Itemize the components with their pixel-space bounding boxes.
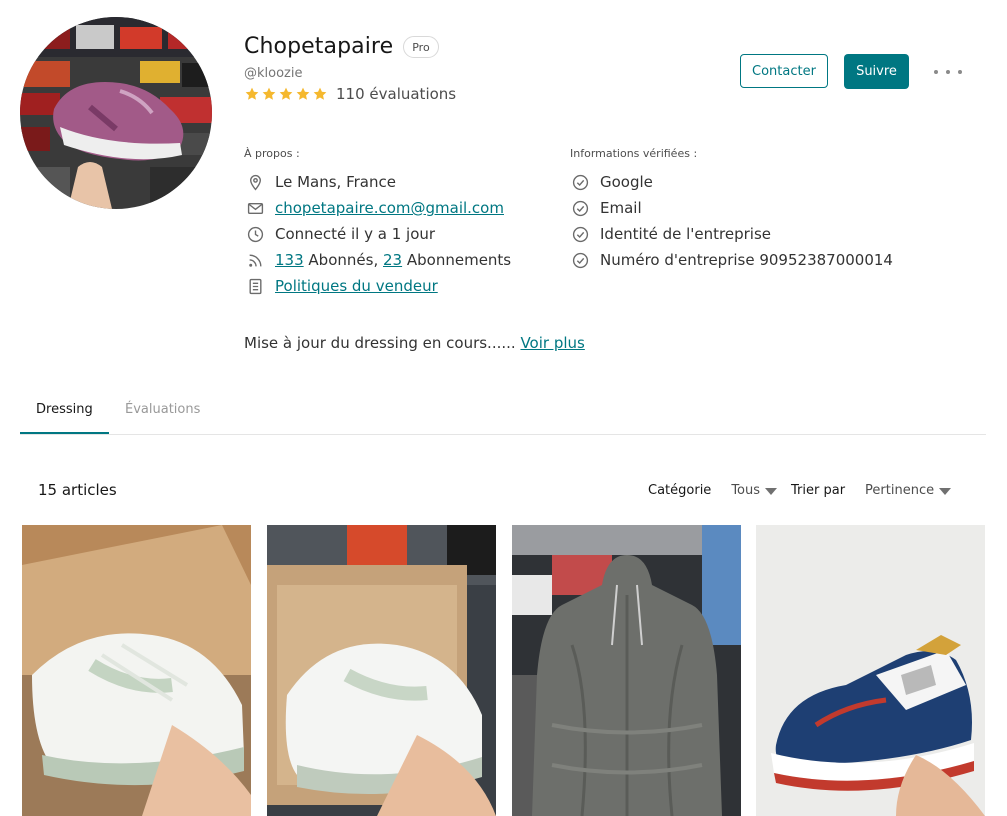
follow-button[interactable]: Suivre — [844, 54, 909, 89]
product-card[interactable] — [756, 525, 985, 816]
verified-item: Identité de l'entreprise — [572, 221, 893, 247]
followers-label: Abonnés, — [308, 251, 379, 269]
profile-name: Chopetapaire — [244, 34, 394, 59]
product-photo-sneaker-navy — [756, 525, 985, 816]
rating-stars — [244, 86, 328, 102]
bio-text: Mise à jour du dressing en cours...... — [244, 334, 516, 352]
category-filter: Catégorie Tous Trier par Pertinence — [648, 483, 952, 498]
product-photo-jacket-grey — [512, 525, 741, 816]
verified-business-number: Numéro d'entreprise 90952387000014 — [600, 251, 893, 269]
document-icon — [249, 278, 262, 294]
sort-label: Trier par — [791, 483, 846, 498]
check-circle-icon — [572, 174, 589, 190]
chevron-down-icon — [939, 487, 952, 495]
star-icon — [245, 87, 259, 100]
verified-business-identity: Identité de l'entreprise — [600, 225, 771, 243]
email-link[interactable]: chopetapaire.com@gmail.com — [275, 199, 504, 217]
profile-handle: @kloozie — [244, 66, 303, 81]
email-item: chopetapaire.com@gmail.com — [247, 195, 511, 221]
pro-badge: Pro — [403, 35, 439, 58]
verified-item: Email — [572, 195, 893, 221]
rss-icon — [249, 253, 262, 267]
envelope-icon — [247, 202, 264, 214]
location-pin-icon — [250, 174, 261, 190]
sort-dropdown[interactable]: Pertinence — [865, 483, 952, 498]
location-text: Le Mans, France — [275, 173, 396, 191]
see-more-link[interactable]: Voir plus — [520, 334, 584, 352]
verified-google: Google — [600, 173, 653, 191]
category-value: Tous — [731, 483, 761, 498]
profile-tabs: Dressing Évaluations — [20, 394, 986, 435]
about-label: À propos : — [244, 147, 300, 160]
contact-button[interactable]: Contacter — [740, 54, 828, 88]
product-card[interactable] — [512, 525, 741, 816]
check-circle-icon — [572, 200, 589, 216]
category-label: Catégorie — [648, 483, 712, 498]
product-photo-sneaker-white-box — [267, 525, 496, 816]
profile-header: Chopetapaire Pro — [244, 34, 439, 59]
items-count: 15 articles — [38, 481, 117, 499]
last-seen-text: Connecté il y a 1 jour — [275, 225, 436, 243]
star-icon — [313, 87, 327, 100]
about-list: Le Mans, France chopetapaire.com@gmail.c… — [247, 169, 511, 299]
product-card[interactable] — [267, 525, 496, 816]
star-icon — [279, 87, 293, 100]
following-count-link[interactable]: 23 — [383, 251, 402, 269]
tab-dressing[interactable]: Dressing — [36, 402, 93, 417]
seller-policies-link[interactable]: Politiques du vendeur — [275, 277, 438, 295]
star-icon — [296, 87, 310, 100]
followers-count-link[interactable]: 133 — [275, 251, 304, 269]
verified-list: Google Email Identité de l'entreprise Nu… — [572, 169, 893, 273]
product-photo-sneaker-white — [22, 525, 251, 816]
chevron-down-icon — [765, 487, 778, 495]
rating-count: 110 évaluations — [336, 85, 457, 103]
check-circle-icon — [572, 252, 589, 268]
followers-item: 133 Abonnés, 23 Abonnements — [247, 247, 511, 273]
clock-icon — [247, 226, 264, 242]
verified-item: Google — [572, 169, 893, 195]
avatar — [20, 17, 212, 209]
more-options-icon[interactable] — [934, 62, 962, 82]
active-tab-indicator — [20, 432, 109, 434]
location-item: Le Mans, France — [247, 169, 511, 195]
policies-item: Politiques du vendeur — [247, 273, 511, 299]
rating[interactable]: 110 évaluations — [244, 85, 456, 103]
category-dropdown[interactable]: Tous — [731, 483, 778, 498]
verified-item: Numéro d'entreprise 90952387000014 — [572, 247, 893, 273]
sort-value: Pertinence — [865, 483, 935, 498]
bio: Mise à jour du dressing en cours...... V… — [244, 334, 585, 352]
tab-reviews[interactable]: Évaluations — [125, 402, 200, 417]
verified-label: Informations vérifiées : — [570, 147, 698, 160]
verified-email: Email — [600, 199, 642, 217]
product-card[interactable] — [22, 525, 251, 816]
following-label: Abonnements — [406, 251, 512, 269]
star-icon — [262, 87, 276, 100]
last-seen-item: Connecté il y a 1 jour — [247, 221, 511, 247]
check-circle-icon — [572, 226, 589, 242]
